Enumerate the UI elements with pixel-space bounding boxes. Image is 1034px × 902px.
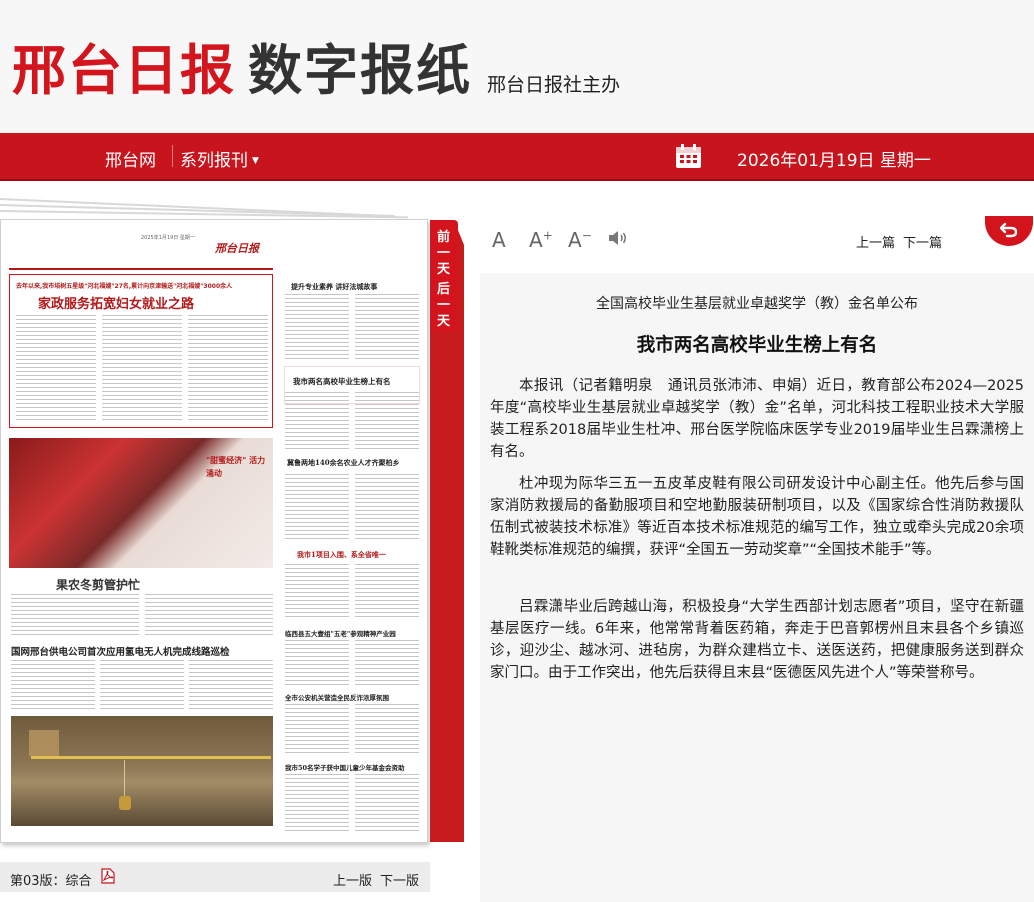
thumb-photo-string — [124, 760, 125, 798]
article-paragraph: 杜冲现为际华三五一五皮革皮鞋有限公司研发设计中心副主任。他先后参与国家消防救援局… — [490, 476, 1024, 558]
thumb-text-block — [355, 392, 419, 452]
thumb-text-block — [102, 315, 182, 423]
nav-divider — [172, 145, 173, 167]
calendar-icon[interactable] — [675, 144, 702, 169]
caret-down-icon: ▼ — [252, 156, 259, 166]
thumb-text-block — [355, 704, 419, 754]
side-tab-char: 天 — [437, 262, 451, 277]
side-tab-char: 天 — [437, 314, 451, 329]
thumb-photo-weight — [119, 796, 131, 810]
newspaper-page-thumbnail[interactable]: 2025年1月19日 星期一 邢台日报 去年以来,我市培树五星级"河北福嫂"27… — [0, 219, 428, 843]
thumb-text-block — [285, 704, 349, 754]
thumb-text-block — [145, 594, 273, 638]
thumb-text-block — [189, 660, 273, 712]
site-header: 邢台日报 数字报纸 邢台日报社主办 — [0, 0, 1034, 133]
thumb-headline-orchard[interactable]: 果农冬剪管护忙 — [56, 576, 140, 593]
font-larger-label: A — [529, 228, 543, 252]
prev-page-link[interactable]: 上一版 — [333, 870, 372, 889]
article-panel: 全国高校毕业生基层就业卓越奖学（教）金名单公布 我市两名高校毕业生榜上有名 本报… — [480, 273, 1034, 902]
nav-series-label: 系列报刊 — [180, 151, 248, 171]
thumb-photo-rod — [31, 756, 271, 759]
thumb-article-jiazheng[interactable]: 去年以来,我市培树五星级"河北福嫂"27名,累计向京津输送"河北福嫂"3000余… — [9, 274, 273, 428]
thumb-text-block — [285, 392, 349, 452]
thumb-text-block — [100, 660, 184, 712]
thumb-text-block — [355, 474, 419, 540]
prev-article-link[interactable]: 上一篇 — [856, 232, 895, 251]
header-subtitle: 邢台日报社主办 — [487, 74, 621, 96]
page-label[interactable]: 第03版：综合 — [10, 870, 92, 889]
thumb-right-headline[interactable]: 我市50名学子获中国儿童少年基金会资助 — [285, 762, 405, 772]
thumb-text-block — [355, 294, 419, 360]
current-date: 2026年01月19日 星期一 — [737, 151, 931, 171]
thumb-top-kicker: 去年以来,我市培树五星级"河北福嫂"27名,累计向京津输送"河北福嫂"3000余… — [16, 283, 233, 290]
thumb-text-block — [188, 315, 268, 423]
thumb-right-headline[interactable]: 我市1项目入围、系全省唯一 — [297, 550, 386, 560]
article-paragraph: 吕霖潇毕业后跨越山海，积极投身“大学生西部计划志愿者”项目，坚守在新疆基层医疗一… — [490, 599, 1024, 681]
thumb-top-title: 家政服务拓宽妇女就业之路 — [38, 297, 195, 312]
thumb-text-block — [285, 474, 349, 540]
thumb-text-block — [11, 660, 95, 712]
thumb-right-headline[interactable]: 临西县五大壹组"五老"参观精神产业园 — [285, 628, 396, 638]
thumb-right-headline-current[interactable]: 我市两名高校毕业生榜上有名 — [293, 376, 391, 387]
thumb-photo-sign — [29, 730, 59, 756]
font-smaller-button[interactable]: A− — [568, 228, 592, 252]
next-article-link[interactable]: 下一篇 — [903, 232, 942, 251]
next-page-link[interactable]: 下一版 — [380, 870, 419, 889]
thumb-text-block — [285, 774, 349, 834]
thumb-dateline: 2025年1月19日 星期一 — [141, 235, 195, 241]
back-arrow-icon — [1000, 222, 1018, 238]
thumb-right-headline[interactable]: 提升专业素养 讲好法城故事 — [291, 282, 377, 292]
pdf-icon[interactable] — [101, 868, 115, 884]
thumb-text-block — [11, 594, 139, 638]
nav-site-link[interactable]: 邢台网 — [105, 146, 156, 171]
thumb-logo: 邢台日报 — [215, 242, 259, 255]
thumb-text-block — [355, 564, 419, 620]
thumb-right-headline[interactable]: 冀鲁两地140余名农业人才齐聚柏乡 — [287, 458, 400, 468]
thumb-text-block — [355, 774, 419, 834]
thumb-text-block — [16, 315, 96, 423]
logo-xingtai-daily[interactable]: 邢台日报 — [12, 26, 236, 105]
font-smaller-label: A — [568, 228, 582, 252]
thumb-text-block — [285, 564, 349, 620]
speaker-icon[interactable] — [607, 228, 629, 248]
page-footer: 第03版：综合 上一版 下一版 — [0, 862, 430, 892]
nav-series-dropdown[interactable]: 系列报刊 ▼ — [180, 146, 259, 171]
nav-bar: 邢台网 系列报刊 ▼ 2026年01月19日 星期一 — [0, 133, 1034, 181]
font-larger-button[interactable]: A+ — [529, 228, 553, 252]
thumb-text-block — [285, 640, 349, 686]
font-default-button[interactable]: A — [492, 228, 506, 252]
thumb-photo-scale[interactable] — [11, 716, 273, 826]
minus-icon: − — [581, 228, 592, 243]
thumb-photo-caption: "甜蜜经济" 活力涌动 — [206, 456, 266, 478]
thumb-headline-drone[interactable]: 国网邢台供电公司首次应用氢电无人机完成线路巡检 — [11, 644, 230, 658]
thumb-text-block — [285, 294, 349, 360]
prev-next-day-tab[interactable]: 前 一 天 后 一 天 — [430, 220, 458, 332]
article-title: 我市两名高校毕业生榜上有名 — [636, 335, 878, 356]
logo-digital-newspaper: 数字报纸 — [248, 38, 472, 102]
plus-icon: + — [542, 228, 553, 243]
thumb-right-headline[interactable]: 全市公安机关营造全民反诈浓厚氛围 — [285, 692, 389, 702]
article-paragraph: 本报讯（记者籍明泉 通讯员张沛沛、申娟）近日，教育部公布2024—2025年度“… — [490, 378, 1024, 460]
article-kicker: 全国高校毕业生基层就业卓越奖学（教）金名单公布 — [596, 296, 918, 312]
thumb-text-block — [355, 640, 419, 686]
